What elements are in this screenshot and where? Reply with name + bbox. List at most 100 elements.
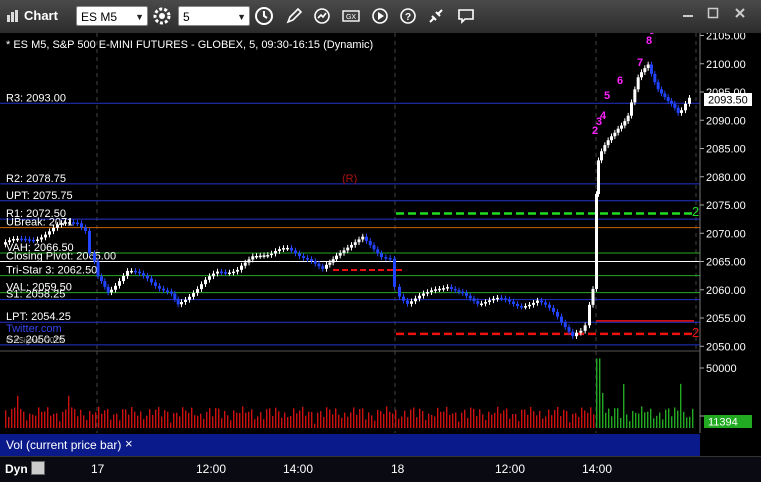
volume-bar	[104, 410, 106, 428]
volume-bar	[263, 419, 265, 428]
candle-body	[548, 304, 551, 308]
volume-bar	[176, 412, 178, 428]
volume-bar	[401, 416, 403, 428]
volume-bar	[383, 413, 385, 428]
volume-bar	[26, 420, 28, 428]
candle-body	[321, 266, 325, 269]
volume-bar	[476, 416, 478, 428]
settings-button[interactable]	[151, 5, 173, 27]
volume-bar	[443, 411, 445, 428]
close-icon[interactable]: ×	[125, 436, 133, 451]
candle-body	[361, 236, 365, 240]
volume-bar	[647, 411, 649, 428]
candle-body	[520, 306, 523, 308]
volume-bar	[347, 416, 349, 428]
candle-body	[96, 261, 100, 277]
volume-bar	[518, 421, 520, 428]
volume-bar	[224, 410, 226, 428]
volume-bar	[467, 417, 469, 428]
interval-input[interactable]: 5 ▼	[178, 6, 250, 26]
volume-bar	[32, 414, 34, 428]
candle-body	[461, 291, 465, 294]
volume-bar	[575, 413, 577, 428]
volume-bar	[506, 408, 508, 428]
price-chart[interactable]: R3: 2093.00R2: 2078.75UPT: 2075.75R1: 20…	[0, 33, 761, 456]
volume-bar	[290, 416, 292, 428]
volume-bar	[461, 412, 463, 428]
close-icon	[735, 8, 745, 18]
volume-bar	[470, 407, 472, 428]
volume-bar	[182, 407, 184, 428]
volume-bar	[368, 412, 370, 428]
candle-body	[251, 256, 255, 260]
volume-bar	[686, 417, 688, 428]
volume-bar	[212, 416, 214, 428]
volume-bar	[596, 358, 598, 428]
candle-body	[380, 253, 383, 258]
volume-bar	[602, 392, 604, 428]
volume-bar	[71, 407, 73, 428]
r-marker: (R)	[342, 173, 357, 185]
svg-text:GX: GX	[346, 14, 356, 21]
price-tick-label: 2100.00	[706, 59, 746, 71]
volume-bar	[569, 422, 571, 428]
draw-button[interactable]	[283, 5, 305, 27]
studies-button[interactable]: GX	[340, 5, 362, 27]
candle-body	[357, 239, 361, 243]
volume-bar	[170, 422, 172, 428]
volume-bar	[566, 411, 568, 428]
volume-bar	[527, 415, 529, 428]
volume-bar	[473, 408, 475, 428]
candle-body	[610, 136, 613, 141]
window-title: Chart	[6, 8, 58, 23]
note-button[interactable]	[455, 5, 477, 27]
symbol-input[interactable]: ES M5 ▼	[76, 6, 148, 26]
volume-bar	[137, 415, 139, 428]
volume-bar	[386, 406, 388, 428]
candle-body	[48, 231, 51, 235]
candle-body	[384, 257, 388, 259]
candle-body	[504, 298, 507, 300]
candle-body	[208, 276, 211, 280]
volume-bar	[683, 411, 685, 428]
indicator-button[interactable]	[311, 5, 333, 27]
volume-bar	[134, 411, 136, 428]
candle-body	[270, 253, 273, 256]
volume-bar	[665, 409, 667, 428]
help-button[interactable]: ?	[397, 5, 419, 27]
candle-body	[60, 223, 63, 225]
volume-bar	[179, 416, 181, 428]
clock-icon	[255, 7, 273, 25]
candle-body	[623, 121, 627, 126]
volume-bar	[125, 409, 127, 428]
minimize-button[interactable]	[678, 4, 698, 22]
candle-body	[372, 245, 376, 250]
close-button[interactable]	[730, 4, 750, 22]
volume-bar	[362, 408, 364, 428]
candle-body	[331, 259, 335, 263]
volume-bar	[233, 410, 235, 428]
volume-bar	[434, 416, 436, 428]
volume-bar	[242, 406, 244, 428]
maximize-button[interactable]	[703, 4, 723, 22]
volume-bar	[269, 408, 271, 428]
candle-body	[16, 238, 19, 241]
candle-body	[36, 239, 39, 241]
link-button[interactable]	[425, 5, 447, 27]
time-button[interactable]	[253, 5, 275, 27]
zoom-button[interactable]	[31, 461, 45, 475]
volume-bar	[407, 417, 409, 428]
candle-body	[684, 103, 687, 111]
volume-bar	[551, 415, 553, 428]
play-button[interactable]	[369, 5, 391, 27]
candle-body	[650, 64, 653, 74]
volume-bar	[440, 411, 442, 428]
candle-body	[393, 258, 396, 287]
candle-body	[472, 298, 476, 302]
price-tick-label: 2075.00	[706, 200, 746, 212]
volume-bar	[245, 412, 247, 428]
volume-bar	[509, 418, 511, 428]
candle-body	[236, 269, 239, 272]
volume-bar	[215, 408, 217, 428]
volume-bar	[497, 406, 499, 428]
